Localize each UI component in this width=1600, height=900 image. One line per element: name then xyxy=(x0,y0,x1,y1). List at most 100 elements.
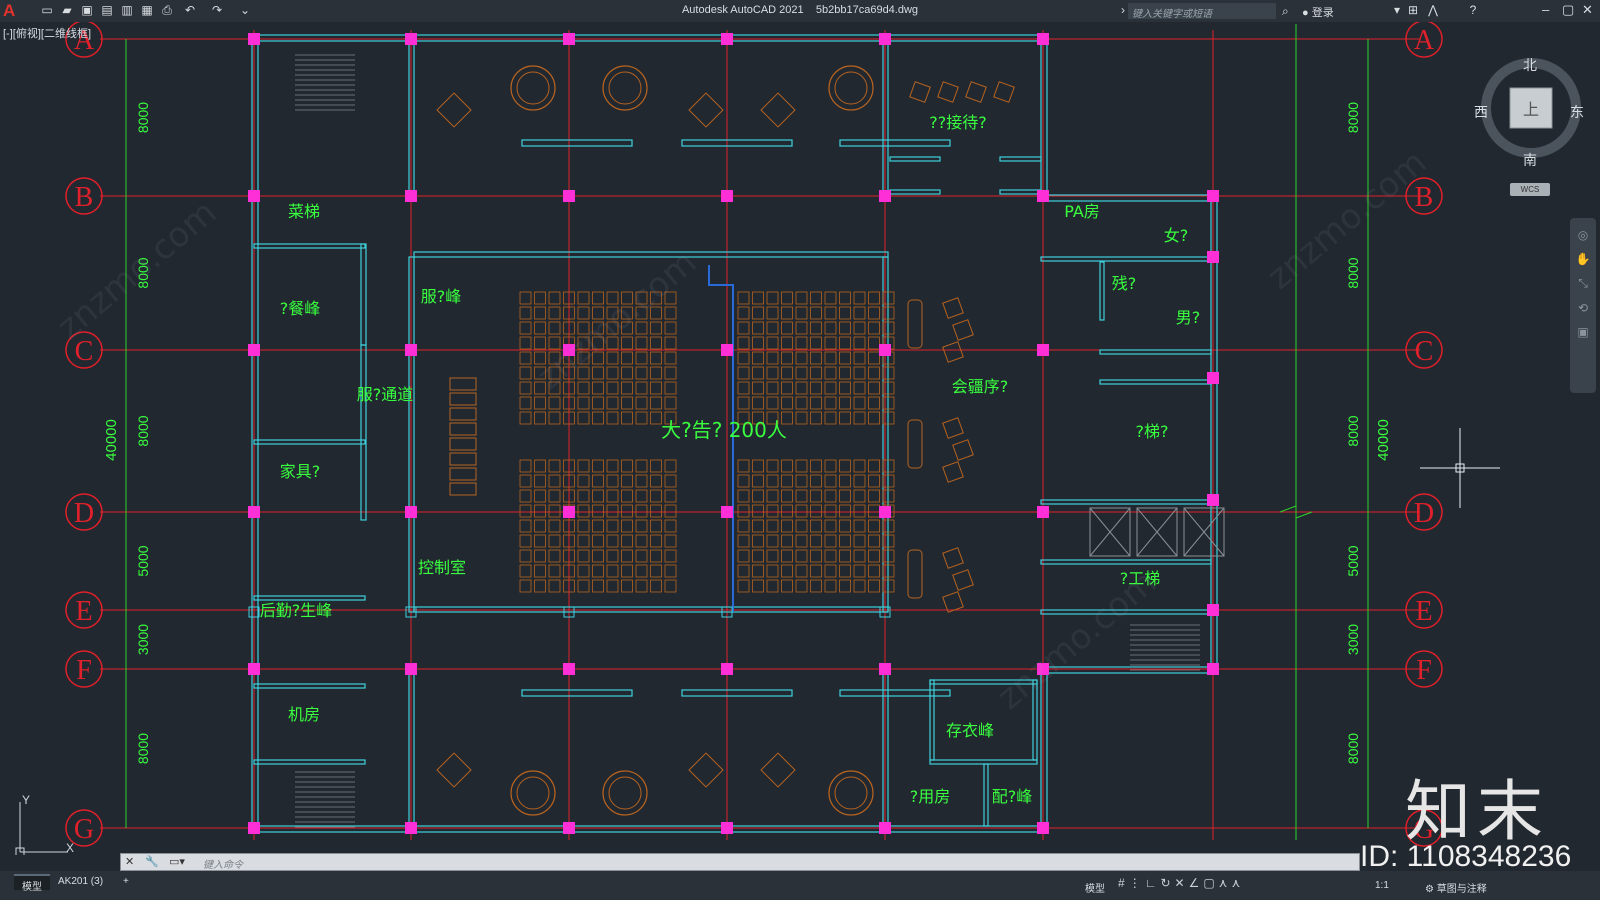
open-web-icon[interactable]: ▥ xyxy=(120,4,134,17)
auditorium-seat xyxy=(795,366,808,380)
save-web-icon[interactable]: ▦ xyxy=(140,4,154,17)
open-file-icon[interactable]: ▰ xyxy=(60,4,74,17)
auditorium-seat xyxy=(592,519,604,533)
grid-icon[interactable]: # xyxy=(1118,876,1129,890)
auditorium-seat xyxy=(868,306,880,320)
showmotion-icon[interactable]: ▣ xyxy=(1570,325,1596,339)
room-label: 大?告? 200人 xyxy=(661,418,787,442)
pan-icon[interactable]: ✋ xyxy=(1570,252,1596,266)
ucs-y-label: Y xyxy=(22,793,30,807)
close-button[interactable]: ✕ xyxy=(1582,2,1593,18)
wall xyxy=(1099,379,1212,385)
column xyxy=(1037,663,1049,675)
auditorium-seat xyxy=(635,549,648,563)
sofa xyxy=(907,299,923,349)
minimize-button[interactable]: – xyxy=(1542,2,1549,17)
auditorium-seat xyxy=(824,549,837,563)
redo-icon[interactable]: ↷ xyxy=(210,4,224,17)
osnap-icon[interactable]: ✕ xyxy=(1175,876,1189,890)
auditorium-seat xyxy=(795,306,808,320)
otrack-icon[interactable]: ∠ xyxy=(1189,876,1204,890)
column xyxy=(1207,372,1219,384)
zoom-icon[interactable]: ⤡ xyxy=(1570,276,1596,291)
wall xyxy=(983,763,989,827)
annotation-visibility-icon[interactable]: ⋏ xyxy=(1219,876,1232,890)
orbit-icon[interactable]: ⟲ xyxy=(1570,301,1596,315)
help-icon[interactable]: ? xyxy=(1466,4,1480,17)
wall xyxy=(1040,256,1218,262)
auditorium-seat xyxy=(606,504,619,518)
auditorium-seat xyxy=(766,564,779,578)
ortho-icon[interactable]: ∟ xyxy=(1145,876,1161,890)
cart-icon[interactable]: ⊞ xyxy=(1406,4,1420,17)
add-layout-button[interactable]: + xyxy=(115,874,137,890)
search-input[interactable]: 键入关键字或短语 xyxy=(1128,3,1276,20)
tab-model[interactable]: 模型 xyxy=(14,874,50,893)
wcs-menu-button[interactable]: WCS xyxy=(1510,183,1550,196)
model-space-button[interactable]: 模型 xyxy=(1085,880,1105,895)
autocad-logo-icon[interactable]: A xyxy=(3,1,15,21)
maximize-button[interactable]: ▢ xyxy=(1562,2,1574,18)
room-label: 残? xyxy=(1112,274,1137,293)
auditorium-seat xyxy=(853,396,866,410)
auditorium-seat xyxy=(824,579,837,593)
auditorium-seat xyxy=(781,579,793,593)
recent-commands-icon[interactable]: ▭▾ xyxy=(169,855,185,868)
auditorium-seat xyxy=(664,459,677,473)
auditorium-seat xyxy=(752,534,764,548)
customize-command-icon[interactable]: 🔧 xyxy=(145,855,159,868)
auditorium-seat xyxy=(766,549,779,563)
tab-layout-ak201[interactable]: AK201 (3) xyxy=(50,874,111,890)
auditorium-seat xyxy=(781,336,793,350)
autoscale-icon[interactable]: ⋏ xyxy=(1231,876,1244,890)
wall xyxy=(889,189,941,195)
command-line[interactable]: ✕ 🔧 ▭▾ 键入命令 xyxy=(120,853,1360,871)
viewcube-top-label[interactable]: 上 xyxy=(1523,100,1539,119)
wall xyxy=(251,34,1048,42)
viewcube-west[interactable]: 西 xyxy=(1474,102,1488,122)
auditorium-seat xyxy=(781,366,793,380)
viewcube-south[interactable]: 南 xyxy=(1523,150,1537,170)
login-button[interactable]: ● 登录 xyxy=(1302,4,1334,20)
column xyxy=(721,344,733,356)
workspace-switch[interactable]: ⚙ 草图与注释 xyxy=(1425,880,1487,895)
command-input[interactable]: 键入命令 xyxy=(203,856,243,871)
snap-icon[interactable]: ⋮ xyxy=(1129,876,1145,890)
auditorium-seat xyxy=(737,459,750,473)
close-command-icon[interactable]: ✕ xyxy=(125,855,134,868)
auditorium-seat xyxy=(766,579,779,593)
viewcube-north[interactable]: 北 xyxy=(1523,55,1537,75)
round-table xyxy=(602,770,648,816)
drafting-toggles[interactable]: #⋮∟↻✕∠▢⋏⋏ xyxy=(1118,876,1244,890)
login-dropdown-icon[interactable]: ▾ xyxy=(1390,4,1404,17)
sofa xyxy=(907,549,923,599)
drawing-canvas[interactable]: A AB BC CD DE EF FG G 8000 80008000 80008000 80005… xyxy=(0,22,1600,855)
auditorium-seat xyxy=(650,534,662,548)
column xyxy=(405,33,417,45)
column xyxy=(405,344,417,356)
auditorium-seat xyxy=(737,564,750,578)
save-as-icon[interactable]: ▤ xyxy=(100,4,114,17)
undo-icon[interactable]: ↶ xyxy=(183,4,197,17)
viewport-controls-label[interactable]: [-][俯视][二维线框] xyxy=(3,25,91,41)
autodesk-a360-icon[interactable]: ⋀ xyxy=(1426,4,1440,17)
auditorium-seat xyxy=(795,336,808,350)
lineweight-icon[interactable]: ▢ xyxy=(1203,876,1218,890)
search-icon[interactable]: ⌕ xyxy=(1282,4,1289,19)
annotation-scale[interactable]: 1:1 xyxy=(1375,880,1389,891)
auditorium-seat xyxy=(810,579,822,593)
steering-wheel-icon[interactable]: ◎ xyxy=(1570,228,1596,242)
room-label: 服?通道 xyxy=(357,385,414,404)
auditorium-seat xyxy=(606,519,619,533)
auditorium-seat xyxy=(795,519,808,533)
polar-icon[interactable]: ↻ xyxy=(1160,876,1174,890)
plot-icon[interactable]: ⎙ xyxy=(160,4,174,17)
auditorium-seat xyxy=(868,411,880,425)
customize-toolbar-icon[interactable]: ⌄ xyxy=(238,4,252,17)
viewcube[interactable]: 上 xyxy=(1481,58,1581,158)
auditorium-seat xyxy=(810,549,822,563)
auditorium-seat xyxy=(781,519,793,533)
viewcube-east[interactable]: 东 xyxy=(1570,102,1584,122)
save-icon[interactable]: ▣ xyxy=(80,4,94,17)
new-file-icon[interactable]: ▭ xyxy=(40,4,54,17)
